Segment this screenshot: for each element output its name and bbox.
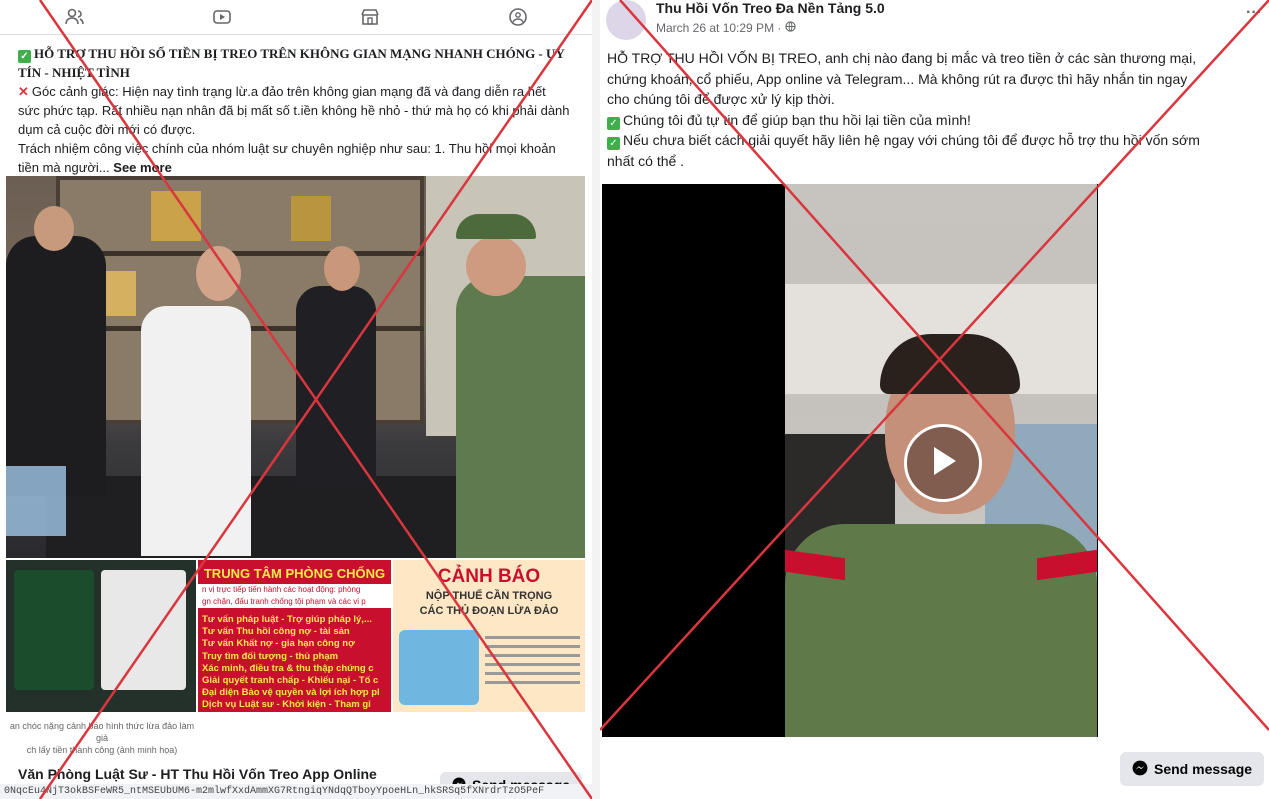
warning-sub2: CÁC THỦ ĐOẠN LỪA ĐẢO — [419, 605, 559, 617]
post-meta: March 26 at 10:29 PM · — [656, 21, 797, 35]
video-icon[interactable] — [212, 7, 232, 27]
post-para2-line2: tiền mà người... — [18, 160, 110, 175]
banner-sub1: n vị trực tiếp tiến hành các hoạt động: … — [202, 585, 361, 594]
tax-warning-banner[interactable]: CẢNH BÁO NỘP THUẾ CẦN TRỌNG CÁC THỦ ĐOẠN… — [393, 560, 585, 712]
post-line1: HỖ TRỢ THU HỒI VỐN BỊ TREO, anh chị nào … — [607, 50, 1197, 66]
anti-fraud-banner[interactable]: TRUNG TÂM PHÒNG CHỐNG n vị trực tiếp tiế… — [198, 560, 391, 712]
checkmark-icon: ✓ — [607, 137, 620, 150]
play-icon — [928, 445, 958, 482]
post-line6: nhất có thể . — [607, 152, 685, 169]
service-item: Giải quyết tranh chấp - Khiếu nại - Tố c — [202, 675, 379, 687]
see-more-link[interactable]: See more — [113, 160, 172, 175]
url-bar[interactable]: 0NqcEu4NjT3okBSFeWR5_ntMSEUbUM6-m2mlwfXx… — [0, 784, 592, 799]
cross-mark-icon: ✕ — [18, 84, 29, 99]
marketplace-icon[interactable] — [360, 7, 380, 27]
banner-subtitle: n vị trực tiếp tiến hành các hoạt động: … — [198, 584, 391, 608]
service-item: Dịch vụ Luật sư - Khởi kiện - Tham gi — [202, 699, 371, 711]
service-item: Đại diện Bảo vệ quyền và lợi ích hợp pl — [202, 687, 380, 699]
banner-sub2: gn chặn, đấu tranh chống tội phạm và các… — [202, 597, 366, 606]
top-navigation — [0, 0, 592, 35]
page-name-link[interactable]: Văn Phòng Luật Sư - HT Thu Hồi Vốn Treo … — [18, 766, 377, 782]
send-message-button[interactable]: Send message — [1120, 752, 1265, 786]
send-message-label: Send message — [1154, 761, 1253, 777]
service-item: Tư vấn pháp luật - Trợ giúp pháp lý,... — [202, 614, 372, 625]
arrest-photo[interactable] — [6, 176, 585, 558]
warning-title: CẢNH BÁO — [437, 566, 541, 587]
timestamp[interactable]: March 26 at 10:29 PM · — [656, 21, 781, 35]
page-name[interactable]: Thu Hồi Vốn Treo Đa Nền Tảng 5.0 — [656, 0, 885, 16]
post-para1-line3: dụm cả cuộc đời mới có được. — [18, 122, 196, 137]
play-button[interactable] — [904, 424, 982, 502]
banner-service-list: Tư vấn pháp luật - Trợ giúp pháp lý,... … — [202, 614, 391, 712]
globe-icon — [785, 21, 797, 35]
post-line5: Nếu chưa biết cách giải quyết hãy liên h… — [623, 132, 1200, 148]
post-title-line1: HỖ TRỢ THU HỒI SỐ TIỀN BỊ TREO TRÊN KHÔN… — [34, 46, 565, 61]
left-screenshot: ✓ HỖ TRỢ THU HỒI SỐ TIỀN BỊ TREO TRÊN KHÔ… — [0, 0, 592, 799]
banner-title: TRUNG TÂM PHÒNG CHỐNG — [203, 566, 386, 581]
service-item: Tư vấn Khất nợ - gia hạn công nợ — [202, 638, 355, 650]
post-line3: cho chúng tôi để được xử lý kịp thời. — [607, 91, 835, 107]
service-item: Tư vấn Thu hồi công nợ - tài sản — [202, 626, 350, 638]
service-item: Truy tìm đối tượng - thủ phạm — [202, 650, 339, 662]
post-body: HỖ TRỢ THU HỒI VỐN BỊ TREO, anh chị nào … — [607, 48, 1267, 171]
warning-bullets — [485, 630, 580, 705]
caption-line2: ch lấy tiền thành công (ảnh minh họa) — [26, 745, 178, 755]
service-item: Xác minh, điều tra & thu thập chứng c — [202, 662, 374, 674]
post-line4: Chúng tôi đủ tự tin để giúp bạn thu hồi … — [623, 111, 971, 128]
chat-screenshot-thumbnail[interactable] — [6, 560, 196, 712]
checkmark-icon: ✓ — [607, 116, 620, 130]
groups-icon[interactable] — [508, 7, 528, 27]
friends-icon[interactable] — [64, 7, 84, 27]
messenger-icon — [1132, 760, 1148, 779]
post-para1-line1: Góc cảnh giác: Hiện nay tình trạng lừ.a … — [31, 84, 546, 99]
post-title-line2: TÍN - NHIỆT TÌNH — [18, 65, 130, 80]
post-line2: chứng khoán, cổ phiếu, App online và Tel… — [607, 70, 1188, 87]
lock-illustration — [399, 630, 479, 705]
warning-sub1: NỘP THUẾ CẦN TRỌNG — [425, 590, 553, 602]
post-body: ✓ HỖ TRỢ THU HỒI SỐ TIỀN BỊ TREO TRÊN KHÔ… — [18, 44, 588, 177]
more-options-button[interactable]: ··· — [1246, 4, 1262, 22]
video-player[interactable] — [602, 184, 1098, 737]
checkmark-icon: ✓ — [18, 50, 31, 63]
caption-line1: an chóc nặng cảnh báo hình thức lừa đảo … — [9, 721, 195, 743]
post-para1-line2: sức phức tạp. Rất nhiều nạn nhân đã bị m… — [18, 103, 570, 118]
avatar[interactable] — [606, 0, 646, 40]
post-para2-line1: Trách nhiệm công việc chính của nhóm luậ… — [18, 141, 556, 156]
image-caption: an chóc nặng cảnh báo hình thức lừa đảo … — [6, 720, 198, 756]
